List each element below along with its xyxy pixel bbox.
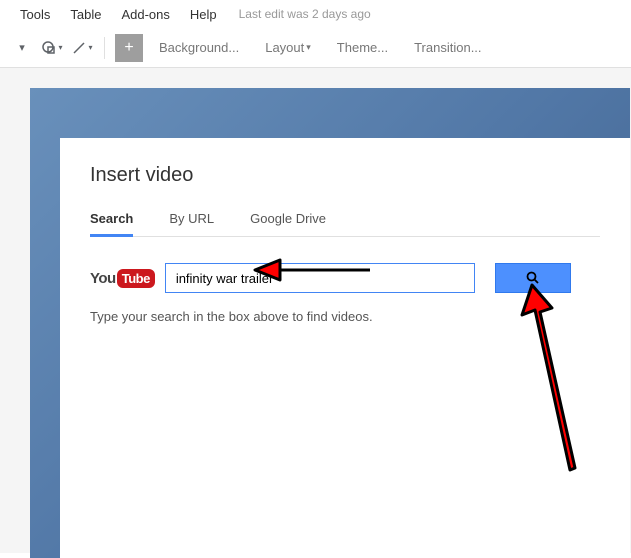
theme-button[interactable]: Theme... xyxy=(327,36,398,59)
canvas-area: Insert video Search By URL Google Drive … xyxy=(0,68,631,553)
dialog-title: Insert video xyxy=(90,164,600,187)
menu-addons[interactable]: Add-ons xyxy=(111,3,179,26)
line-tool[interactable]: ▾ xyxy=(70,36,94,60)
tab-by-url[interactable]: By URL xyxy=(169,211,214,236)
menu-table[interactable]: Table xyxy=(60,3,111,26)
new-slide-button[interactable]: + xyxy=(115,34,143,62)
menubar: Tools Table Add-ons Help Last edit was 2… xyxy=(0,0,631,28)
transition-button[interactable]: Transition... xyxy=(404,36,491,59)
menu-tools[interactable]: Tools xyxy=(10,3,60,26)
tab-google-drive[interactable]: Google Drive xyxy=(250,211,326,236)
menu-help[interactable]: Help xyxy=(180,3,227,26)
tool-dropdown-1[interactable]: ▾ xyxy=(10,36,34,60)
search-input[interactable] xyxy=(165,263,475,293)
separator xyxy=(104,37,105,59)
shape-tool[interactable]: ▾ xyxy=(40,36,64,60)
toolbar: ▾ ▾ ▾ + Background... Layout▾ Theme... T… xyxy=(0,28,631,68)
tab-search[interactable]: Search xyxy=(90,211,133,236)
insert-video-dialog: Insert video Search By URL Google Drive … xyxy=(60,138,630,558)
slide-background: Insert video Search By URL Google Drive … xyxy=(30,88,630,558)
background-button[interactable]: Background... xyxy=(149,36,249,59)
help-text: Type your search in the box above to fin… xyxy=(90,309,600,324)
search-row: You Tube xyxy=(90,263,600,293)
search-button[interactable] xyxy=(495,263,571,293)
last-edit-info: Last edit was 2 days ago xyxy=(239,7,371,21)
layout-button[interactable]: Layout▾ xyxy=(255,36,321,59)
search-icon xyxy=(526,271,540,285)
tabs: Search By URL Google Drive xyxy=(90,211,600,237)
youtube-you-text: You xyxy=(90,270,116,287)
youtube-logo: You Tube xyxy=(90,269,155,288)
youtube-tube-text: Tube xyxy=(117,269,155,288)
